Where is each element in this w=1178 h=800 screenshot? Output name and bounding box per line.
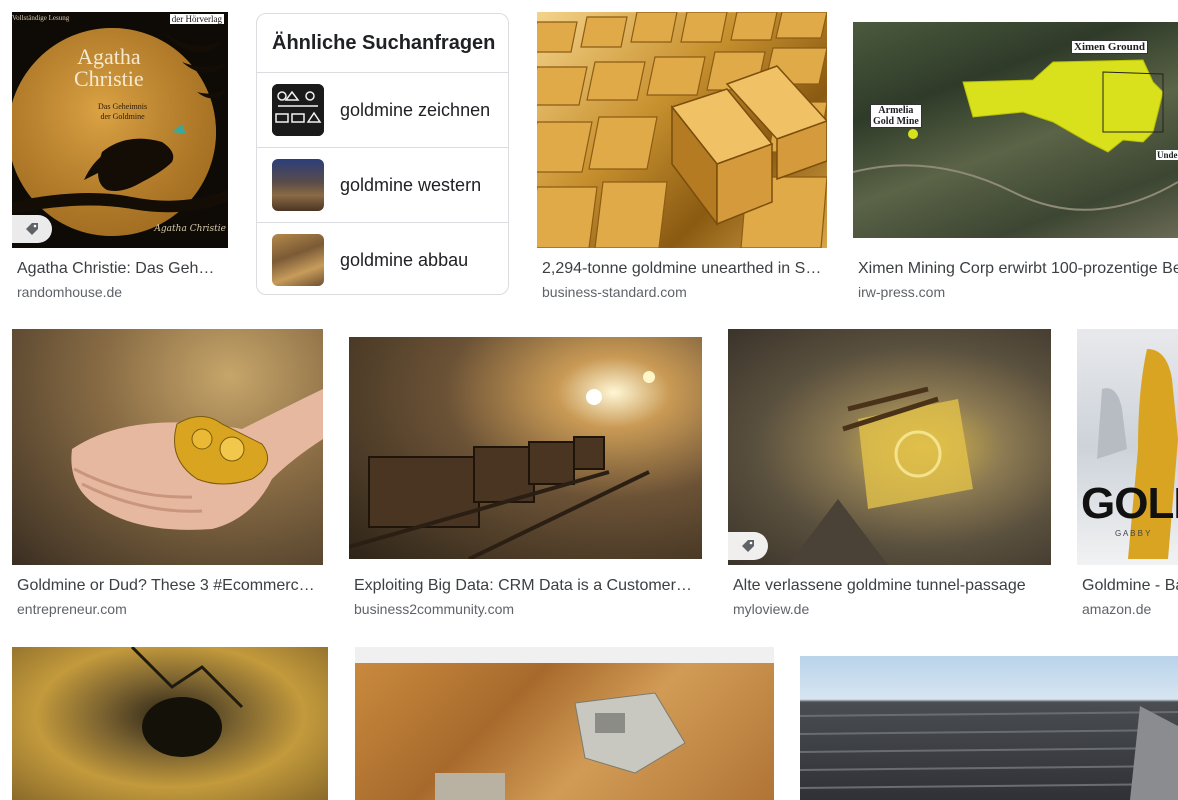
cover-publisher: der Hörverlag: [169, 14, 224, 24]
result-tile-agatha-christie[interactable]: Vollständige Lesung der Hörverlag Agatha…: [12, 12, 228, 312]
map-label-mine-line2: Gold Mine: [873, 116, 919, 127]
result-source[interactable]: business2community.com: [354, 600, 694, 618]
cover-author-line1: Agatha: [77, 44, 141, 69]
result-tile-aerial-mine[interactable]: [355, 647, 774, 800]
result-tile-gold-bars[interactable]: 2,294-tonne goldmine unearthed in Sonbha…: [537, 12, 827, 312]
related-thumb-zeichnen: [272, 84, 324, 136]
result-tile-goldmine-album[interactable]: GOLD G A B B Y Goldmine - Ba amazon.de: [1077, 329, 1178, 629]
result-source[interactable]: irw-press.com: [858, 283, 1178, 301]
cover-top-label: Vollständige Lesung: [12, 14, 70, 22]
related-thumb-abbau: [272, 234, 324, 286]
result-source[interactable]: entrepreneur.com: [17, 600, 317, 618]
cover-book-title: Das Geheimnis der Goldmine: [98, 102, 147, 122]
result-thumbnail[interactable]: [12, 647, 328, 800]
related-search-label: goldmine abbau: [340, 249, 469, 270]
result-source[interactable]: business-standard.com: [542, 283, 822, 301]
cover-book-title-line1: Das Geheimnis: [98, 102, 148, 111]
product-tag-badge[interactable]: [728, 532, 768, 560]
result-tile-gold-cave[interactable]: [12, 647, 328, 800]
album-title: GOLD: [1081, 479, 1178, 528]
result-tile-ximen-map[interactable]: Ximen Ground Armelia Gold Mine Unde Xime…: [853, 12, 1178, 312]
map-label-ground: Ximen Ground: [1071, 40, 1149, 54]
cover-author-line2: Christie: [74, 66, 144, 91]
result-thumbnail[interactable]: [800, 656, 1178, 800]
hand-with-gold-illustration: [71, 389, 323, 530]
gold-bars-illustration: [537, 12, 827, 248]
result-source[interactable]: myloview.de: [733, 600, 1045, 618]
related-search-goldmine-zeichnen[interactable]: goldmine zeichnen: [257, 73, 508, 148]
mine-carts-illustration: [349, 371, 655, 559]
result-title[interactable]: Goldmine or Dud? These 3 #Ecommerce Tool…: [17, 576, 317, 596]
tunnel-illustration: [788, 386, 973, 565]
related-search-label: goldmine western: [340, 174, 482, 195]
related-searches-heading: Ähnliche Suchanfragen: [257, 14, 508, 73]
related-thumb-western: [272, 159, 324, 211]
result-tile-abandoned-tunnel[interactable]: Alte verlassene goldmine tunnel-passage …: [728, 329, 1051, 629]
drawing-icons-thumb: [272, 84, 324, 136]
result-tile-gold-nuggets-hand[interactable]: Goldmine or Dud? These 3 #Ecommerce Tool…: [12, 329, 323, 629]
related-searches-card: Ähnliche Suchanfragen goldmine zeichnen …: [256, 13, 509, 295]
cover-author: Agatha Christie: [74, 46, 144, 90]
cover-book-title-line2: der Goldmine: [100, 112, 145, 121]
result-title[interactable]: Alte verlassene goldmine tunnel-passage: [733, 576, 1045, 596]
result-thumbnail[interactable]: [728, 329, 1051, 565]
result-thumbnail[interactable]: [12, 329, 323, 565]
result-thumbnail[interactable]: [355, 647, 774, 800]
result-source[interactable]: amazon.de: [1082, 600, 1178, 618]
map-label-cut: Unde: [1156, 150, 1178, 160]
result-thumbnail[interactable]: [537, 12, 827, 248]
result-tile-mine-tunnel-carts[interactable]: Exploiting Big Data: CRM Data is a Custo…: [349, 329, 702, 629]
result-title[interactable]: Goldmine - Ba: [1082, 576, 1178, 596]
result-thumbnail[interactable]: Ximen Ground Armelia Gold Mine Unde: [853, 22, 1178, 238]
cover-signature: Agatha Christie: [154, 224, 226, 234]
result-title[interactable]: Exploiting Big Data: CRM Data is a Custo…: [354, 576, 694, 596]
aerial-image: [355, 663, 774, 800]
product-tag-badge[interactable]: [12, 215, 52, 243]
open-pit-illustration: [800, 706, 1178, 800]
map-illustration: [853, 59, 1178, 211]
related-search-goldmine-western[interactable]: goldmine western: [257, 148, 508, 223]
map-label-mine-line1: Armelia: [878, 105, 914, 116]
related-search-label: goldmine zeichnen: [340, 99, 491, 120]
aerial-site-illustration: [435, 692, 686, 800]
result-thumbnail[interactable]: Vollständige Lesung der Hörverlag Agatha…: [12, 12, 228, 248]
result-title[interactable]: 2,294-tonne goldmine unearthed in Sonbha…: [542, 259, 822, 279]
album-subtitle: G A B B Y: [1115, 529, 1151, 538]
map-label-mine: Armelia Gold Mine: [870, 104, 922, 128]
cave-illustration: [130, 647, 244, 757]
related-search-goldmine-abbau[interactable]: goldmine abbau: [257, 223, 508, 294]
tag-icon: [26, 223, 38, 235]
tag-icon: [742, 540, 754, 552]
result-tile-open-pit-mine[interactable]: [800, 656, 1178, 800]
result-thumbnail[interactable]: [349, 337, 702, 559]
result-thumbnail[interactable]: GOLD G A B B Y: [1077, 329, 1178, 565]
result-source[interactable]: randomhouse.de: [17, 283, 223, 301]
result-title[interactable]: Agatha Christie: Das Geheimnis der Goldm…: [17, 259, 223, 279]
result-title[interactable]: Ximen Mining Corp erwirbt 100-prozentige…: [858, 259, 1178, 279]
